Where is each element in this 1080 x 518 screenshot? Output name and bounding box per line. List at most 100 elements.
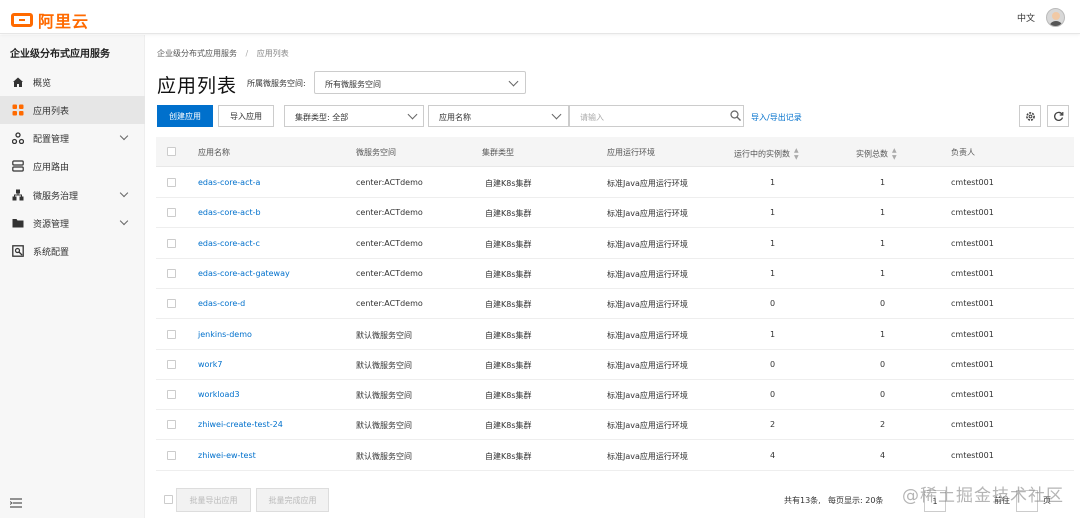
table-cell: 0 (880, 299, 886, 309)
row-checkbox[interactable] (167, 420, 176, 430)
table-row: zhiwei-create-test-24 默认微服务空间 自建K8s集群 标准Jav… (156, 410, 1074, 441)
row-checkbox[interactable] (167, 238, 176, 248)
user-avatar[interactable] (1046, 8, 1065, 27)
table-cell: 标准Java应用运行环境 (607, 209, 688, 219)
menu-collapse-icon[interactable] (9, 497, 22, 511)
microservice-icon (12, 189, 24, 201)
folder-icon (12, 217, 24, 229)
table-cell: center:ACTdemo (356, 299, 423, 309)
sidebar-item-label: 微服务治理 (33, 191, 79, 202)
app-name-link[interactable]: jenkins-demo (198, 330, 252, 339)
table-cell: cmtest001 (951, 420, 994, 430)
table-cell: 2 (770, 420, 776, 430)
language-switch[interactable]: 中文 (1017, 11, 1035, 24)
namespace-select[interactable]: 所有微服务空间 (314, 71, 526, 94)
page-size[interactable]: 每页显示: 20条 (828, 495, 883, 506)
column-header: 应用运行环境 (607, 148, 655, 157)
app-name-link[interactable]: edas-core-act-c (198, 239, 260, 248)
settings-button[interactable] (1019, 105, 1041, 127)
row-checkbox[interactable] (167, 329, 176, 339)
sidebar-item-config[interactable]: 配置管理 (0, 124, 145, 152)
search-input[interactable]: 请输入 (569, 105, 744, 127)
app-name-link[interactable]: workload3 (198, 390, 240, 399)
search-field-select[interactable]: 应用名称 (428, 105, 569, 127)
table-cell: 1 (880, 238, 886, 248)
aliyun-logo[interactable]: 阿里云 (11, 8, 89, 32)
app-name-link[interactable]: edas-core-d (198, 299, 245, 308)
config-icon (11, 132, 25, 145)
create-app-button[interactable]: 创建应用 (157, 105, 213, 127)
chevron-down-icon (407, 109, 418, 120)
column-header-total[interactable]: 实例总数 ▲ ▼ (856, 147, 897, 161)
table-cell: cmtest001 (951, 178, 994, 187)
chevron-down-icon (119, 188, 129, 198)
table-cell: 0 (880, 359, 886, 369)
column-header-label: 运行中的实例数 (734, 149, 790, 159)
table-cell: 1 (770, 208, 776, 218)
table-cell: 1 (770, 268, 776, 278)
import-export-records-link[interactable]: 导入/导出记录 (751, 112, 802, 123)
table-cell: cmtest001 (951, 268, 994, 278)
batch-export-button[interactable]: 批量导出应用 (176, 488, 251, 512)
chevron-down-icon (551, 109, 562, 120)
sidebar-item-route[interactable]: 应用路由 (0, 152, 145, 180)
table-cell: 标准Java应用运行环境 (607, 179, 688, 188)
table-cell: 标准Java应用运行环境 (607, 451, 688, 461)
table-row: jenkins-demo 默认微服务空间 自建K8s集群 标准Java应用运行环境 1 1… (156, 320, 1074, 350)
app-name-link[interactable]: work7 (198, 360, 222, 369)
namespace-value: 所有微服务空间 (325, 80, 381, 89)
refresh-button[interactable] (1047, 105, 1069, 127)
table-cell: 默认微服务空间 (356, 360, 412, 370)
column-header: 集群类型 (482, 148, 514, 157)
table-cell: center:ACTdemo (356, 178, 423, 187)
search-icon[interactable] (730, 110, 741, 123)
table-cell: 1 (770, 238, 776, 248)
row-checkbox[interactable] (167, 208, 176, 218)
sidebar-item-app-list[interactable]: 应用列表 (0, 96, 145, 124)
table-cell: 标准Java应用运行环境 (607, 330, 688, 340)
sidebar-item-resource[interactable]: 资源管理 (0, 209, 145, 237)
footer-select-checkbox[interactable] (164, 495, 173, 504)
row-checkbox[interactable] (167, 178, 176, 187)
row-checkbox[interactable] (167, 390, 176, 400)
table-cell: cmtest001 (951, 238, 994, 248)
table-cell: 1 (770, 178, 776, 187)
table-cell: 默认微服务空间 (356, 330, 412, 340)
row-checkbox[interactable] (167, 268, 176, 278)
table-cell: 2 (880, 420, 886, 430)
table-cell: 1 (880, 268, 886, 278)
total-count: 共有13条, (784, 496, 821, 505)
table-cell: 默认微服务空间 (356, 451, 412, 461)
table-cell: 自建K8s集群 (485, 391, 532, 401)
sidebar-item-overview[interactable]: 概览 (0, 68, 145, 96)
table-cell: center:ACTdemo (356, 238, 423, 248)
table-header: 应用名称 微服务空间 集群类型 应用运行环境 运行中的实例数 ▲ ▼ 实例总数 ▲ ▼ … (156, 137, 1074, 167)
import-app-button[interactable]: 导入应用 (218, 105, 274, 127)
table-cell: 自建K8s集群 (485, 451, 532, 461)
app-name-link[interactable]: edas-core-act-gateway (198, 269, 290, 278)
app-name-link[interactable]: zhiwei-ew-test (198, 451, 256, 460)
app-name-link[interactable]: zhiwei-create-test-24 (198, 420, 283, 429)
column-header-running[interactable]: 运行中的实例数 ▲ ▼ (734, 147, 799, 161)
table-cell: cmtest001 (951, 299, 994, 309)
home-icon (12, 76, 24, 88)
watermark: @稀土掘金技术社区 (902, 486, 1064, 506)
app-name-link[interactable]: edas-core-act-b (198, 208, 261, 217)
column-header: 微服务空间 (356, 148, 396, 157)
sort-icon[interactable]: ▲ ▼ (892, 147, 897, 161)
sort-icon[interactable]: ▲ ▼ (794, 147, 799, 161)
batch-deploy-button[interactable]: 批量完成应用 (256, 488, 329, 512)
sidebar-item-system-config[interactable]: 系统配置 (0, 237, 145, 265)
table-cell: 自建K8s集群 (485, 421, 532, 431)
sidebar-item-microservice[interactable]: 微服务治理 (0, 181, 145, 209)
table-cell: cmtest001 (951, 450, 994, 460)
row-checkbox[interactable] (167, 299, 176, 309)
breadcrumb-parent[interactable]: 企业级分布式应用服务 (157, 49, 237, 58)
table-cell: 标准Java应用运行环境 (607, 391, 688, 401)
select-all-checkbox[interactable] (167, 147, 176, 156)
cluster-type-select[interactable]: 集群类型: 全部 (284, 105, 424, 127)
app-name-link[interactable]: edas-core-act-a (198, 178, 260, 187)
row-checkbox[interactable] (167, 450, 176, 460)
table-cell: cmtest001 (951, 329, 994, 339)
row-checkbox[interactable] (167, 359, 176, 369)
